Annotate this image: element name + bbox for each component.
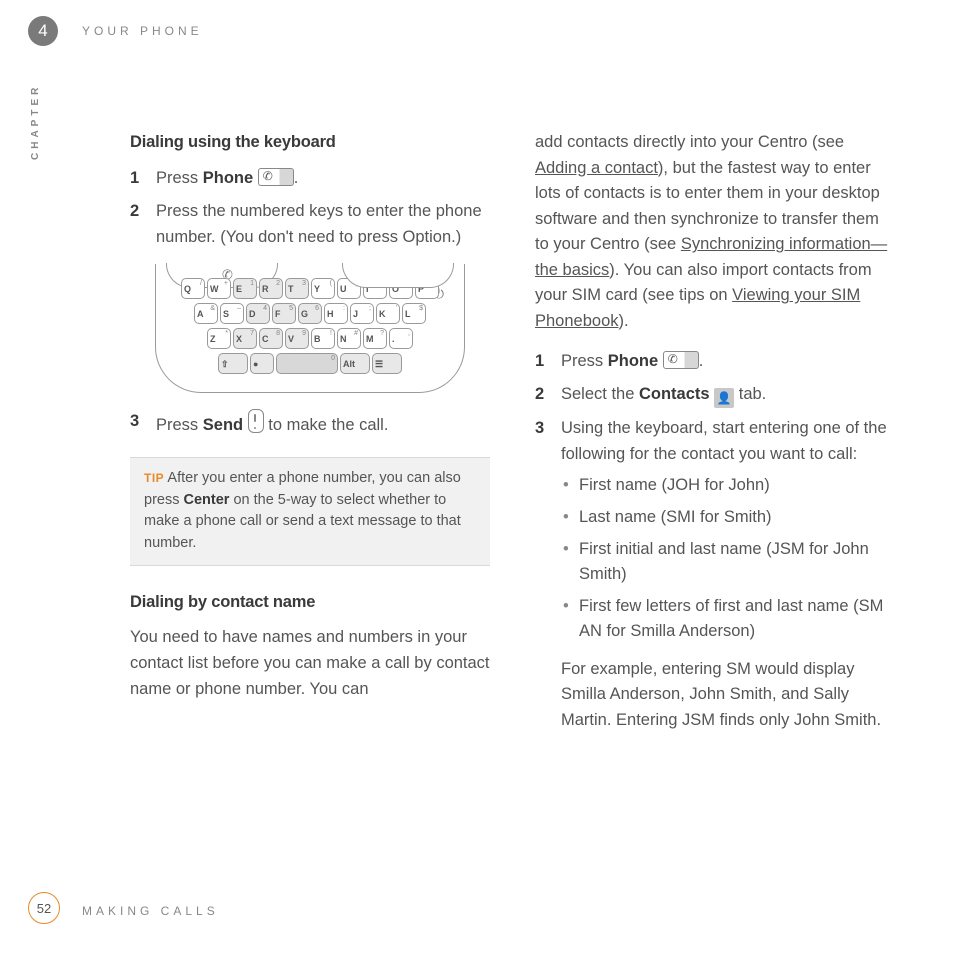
key-opt: ● [250, 353, 274, 374]
body-text: ). [619, 312, 629, 330]
footer-section-title: MAKING CALLS [82, 904, 219, 918]
key-shift: ⇧ [218, 353, 248, 374]
step-text: Using the keyboard, start entering one o… [561, 419, 887, 463]
step-1: 1 Press Phone . [130, 166, 490, 192]
tip-label: TIP [144, 471, 164, 485]
step-2: 2 Select the Contacts 👤 tab. [535, 382, 895, 408]
page-number: 52 [28, 892, 60, 924]
key-y: Y( [311, 278, 335, 299]
heading-dialing-keyboard: Dialing using the keyboard [130, 130, 490, 156]
send-label: Send [203, 416, 243, 434]
header-section-title: YOUR PHONE [82, 24, 203, 38]
heading-dialing-contact: Dialing by contact name [130, 590, 490, 616]
step-2: 2 Press the numbered keys to enter the p… [130, 199, 490, 250]
key-f: F5 [272, 303, 296, 324]
step-text: Select the [561, 385, 639, 403]
key-k: K' [376, 303, 400, 324]
steps-keyboard: 1 Press Phone . 2 Press the numbered key… [130, 166, 490, 251]
contact-intro: You need to have names and numbers in yo… [130, 625, 490, 702]
center-label: Center [184, 492, 230, 508]
key-o: O" [389, 278, 413, 299]
step-text: . [699, 352, 704, 370]
key-p: P✳ [415, 278, 439, 299]
key-j: J; [350, 303, 374, 324]
step-text: to make the call. [264, 416, 389, 434]
tip-box: TIP After you enter a phone number, you … [130, 457, 490, 566]
keyboard-illustration: ✆ ⌂ 📼 ✉ ⏻ Q/W+E1R2T3Y(U)I@O"P✳ A&S–D4F5G… [155, 264, 465, 393]
step-3: 3 Press Send to make the call. [130, 409, 490, 439]
list-item: Last name (SMI for Smith) [579, 505, 895, 531]
key-c: C8 [259, 328, 283, 349]
phone-label: Phone [203, 169, 253, 187]
content-columns: Dialing using the keyboard 1 Press Phone… [130, 130, 904, 748]
step-3: 3 Using the keyboard, start entering one… [535, 416, 895, 733]
key-h: H: [324, 303, 348, 324]
step-text: . [294, 169, 299, 187]
chapter-number-badge: 4 [28, 16, 58, 46]
key-e: E1 [233, 278, 257, 299]
contact-intro-cont: add contacts directly into your Centro (… [535, 130, 895, 335]
key-m: M? [363, 328, 387, 349]
key-l: L$ [402, 303, 426, 324]
contact-search-examples: First name (JOH for John) Last name (SMI … [561, 473, 895, 644]
example-text: For example, entering SM would display S… [561, 660, 881, 729]
step-text: Press [156, 169, 203, 187]
step-text: Press [561, 352, 608, 370]
right-column: add contacts directly into your Centro (… [535, 130, 895, 748]
step-text: Press the numbered keys to enter the pho… [156, 199, 490, 250]
left-column: Dialing using the keyboard 1 Press Phone… [130, 130, 490, 748]
key-t: T3 [285, 278, 309, 299]
chapter-label: CHAPTER [30, 84, 41, 160]
key-a: A& [194, 303, 218, 324]
key-i: I@ [363, 278, 387, 299]
key-x: X7 [233, 328, 257, 349]
list-item: First few letters of first and last name… [579, 594, 895, 645]
key-z: Z* [207, 328, 231, 349]
list-item: First initial and last name (JSM for Joh… [579, 537, 895, 588]
key-row-3: Z*X7C8V9B!N#M?., [170, 328, 450, 349]
key-alt: Alt [340, 353, 370, 374]
step-1: 1 Press Phone . [535, 349, 895, 375]
key-q: Q/ [181, 278, 205, 299]
phone-icon [258, 168, 294, 186]
body-text: add contacts directly into your Centro (… [535, 133, 844, 151]
list-item: First name (JOH for John) [579, 473, 895, 499]
key-n: N# [337, 328, 361, 349]
contacts-label: Contacts [639, 385, 710, 403]
key-u: U) [337, 278, 361, 299]
steps-contact: 1 Press Phone . 2 Select the Contacts 👤 … [535, 349, 895, 734]
send-icon [248, 409, 264, 433]
key-d: D4 [246, 303, 270, 324]
key-b: B! [311, 328, 335, 349]
key-row-1: Q/W+E1R2T3Y(U)I@O"P✳ [170, 278, 450, 299]
key-r: R2 [259, 278, 283, 299]
steps-keyboard-cont: 3 Press Send to make the call. [130, 409, 490, 439]
key-row-4: ⇧ ● 0 Alt ☰ [170, 353, 450, 374]
key-row-2: A&S–D4F5G6H:J;K'L$ [170, 303, 450, 324]
key-.: ., [389, 328, 413, 349]
phone-label: Phone [608, 352, 658, 370]
phone-icon [663, 351, 699, 369]
contacts-icon: 👤 [714, 388, 734, 408]
link-adding-contact[interactable]: Adding a contact [535, 159, 658, 177]
key-space: 0 [276, 353, 338, 374]
home-glyph-icon: ⌂ [390, 265, 398, 285]
key-w: W+ [207, 278, 231, 299]
key-s: S– [220, 303, 244, 324]
step-text: Press [156, 416, 203, 434]
key-v: V9 [285, 328, 309, 349]
key-menu: ☰ [372, 353, 402, 374]
key-g: G6 [298, 303, 322, 324]
step-text: tab. [734, 385, 766, 403]
